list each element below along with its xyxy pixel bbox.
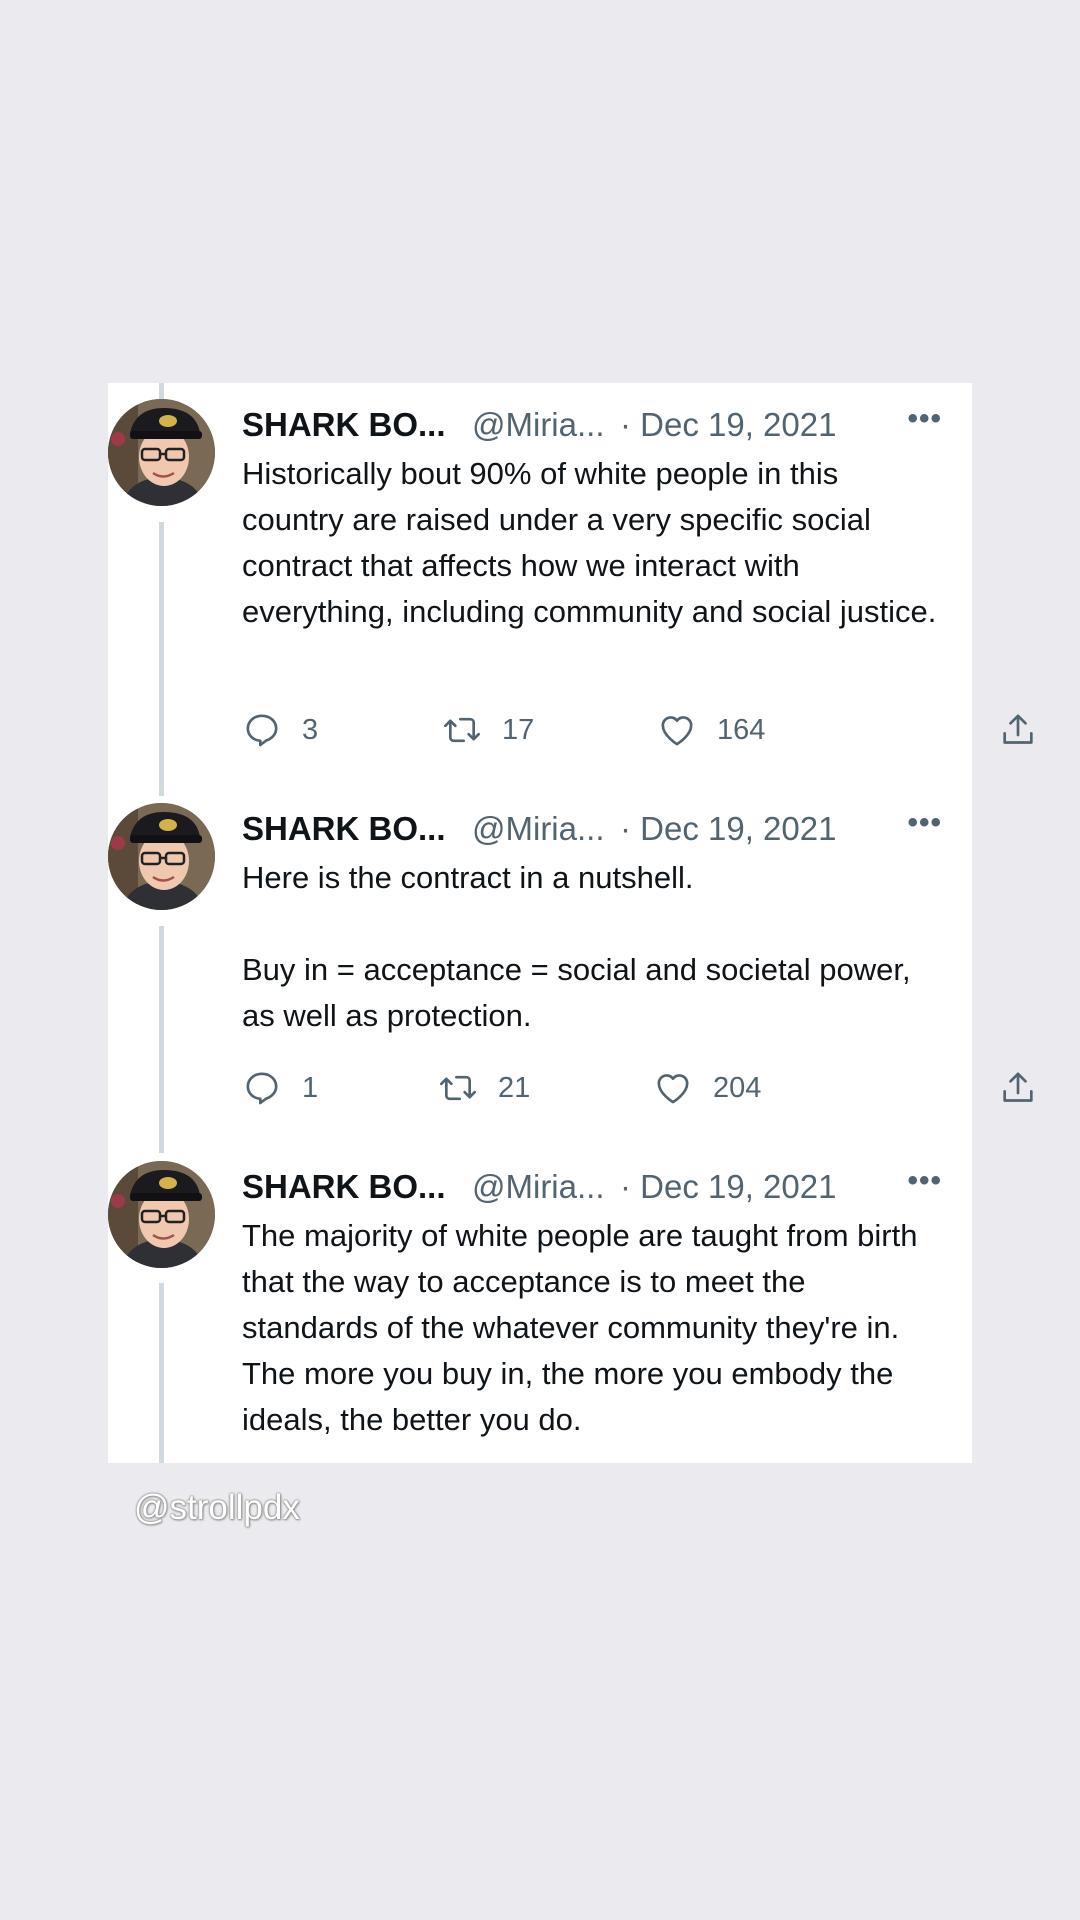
like-button[interactable]: 164 [657,706,765,754]
share-button[interactable] [998,1064,1038,1112]
tweet-date[interactable]: · Dec 19, 2021 [620,1168,902,1206]
reply-button[interactable]: 3 [242,706,318,754]
avatar[interactable] [108,803,215,910]
heart-icon [661,716,693,746]
tweet-thread-card: SHARK BO... @Miria... · Dec 19, 2021 •••… [108,383,1033,1463]
reply-button[interactable]: 1 [242,1064,318,1112]
like-count: 204 [713,1071,762,1104]
tweet-actions: 3 17 164 [242,706,1033,754]
more-options-button[interactable]: ••• [902,1164,942,1198]
avatar-image [108,1161,215,1268]
tweet-date[interactable]: · Dec 19, 2021 [620,810,902,848]
more-options-button[interactable]: ••• [902,806,942,840]
tweet-text: Here is the contract in a nutshell. Buy … [242,860,911,1033]
like-button[interactable]: 204 [653,1064,761,1112]
retweet-button[interactable]: 21 [438,1064,530,1112]
thread-line [159,522,164,796]
reply-icon [246,714,278,747]
user-handle[interactable]: @Miria... [472,810,620,848]
avatar-image [108,803,215,910]
retweet-count: 21 [498,1071,531,1104]
thread-line [159,926,164,1153]
thread-line [159,383,164,399]
retweet-button[interactable]: 17 [442,706,534,754]
avatar[interactable] [108,1161,215,1268]
more-options-button[interactable]: ••• [902,402,942,436]
tweet-header: SHARK BO... @Miria... · Dec 19, 2021 ••• [242,1164,942,1209]
watermark: @strollpdx [134,1488,300,1527]
display-name[interactable]: SHARK BO... [242,406,472,444]
retweet-icon [440,1075,476,1101]
tweet-header: SHARK BO... @Miria... · Dec 19, 2021 ••• [242,402,942,447]
tweet-date[interactable]: · Dec 19, 2021 [620,406,902,444]
display-name[interactable]: SHARK BO... [242,1168,472,1206]
thread-line [159,1283,164,1463]
display-name[interactable]: SHARK BO... [242,810,472,848]
tweet-header: SHARK BO... @Miria... · Dec 19, 2021 ••• [242,806,942,851]
reply-count: 3 [302,713,319,746]
retweet-count: 17 [502,713,535,746]
heart-icon [657,1074,689,1104]
avatar[interactable] [108,399,215,506]
avatar-image [108,399,215,506]
reply-icon [246,1072,278,1105]
user-handle[interactable]: @Miria... [472,406,620,444]
tweet-text: Historically bout 90% of white people in… [242,456,937,629]
reply-count: 1 [302,1071,319,1104]
share-button[interactable] [998,706,1038,754]
retweet-icon [444,717,480,743]
share-icon [1003,1072,1033,1102]
tweet-text: The majority of white people are taught … [242,1218,927,1437]
user-handle[interactable]: @Miria... [472,1168,620,1206]
share-icon [1003,714,1033,744]
like-count: 164 [717,713,766,746]
tweet-actions: 1 21 204 [242,1064,1033,1112]
